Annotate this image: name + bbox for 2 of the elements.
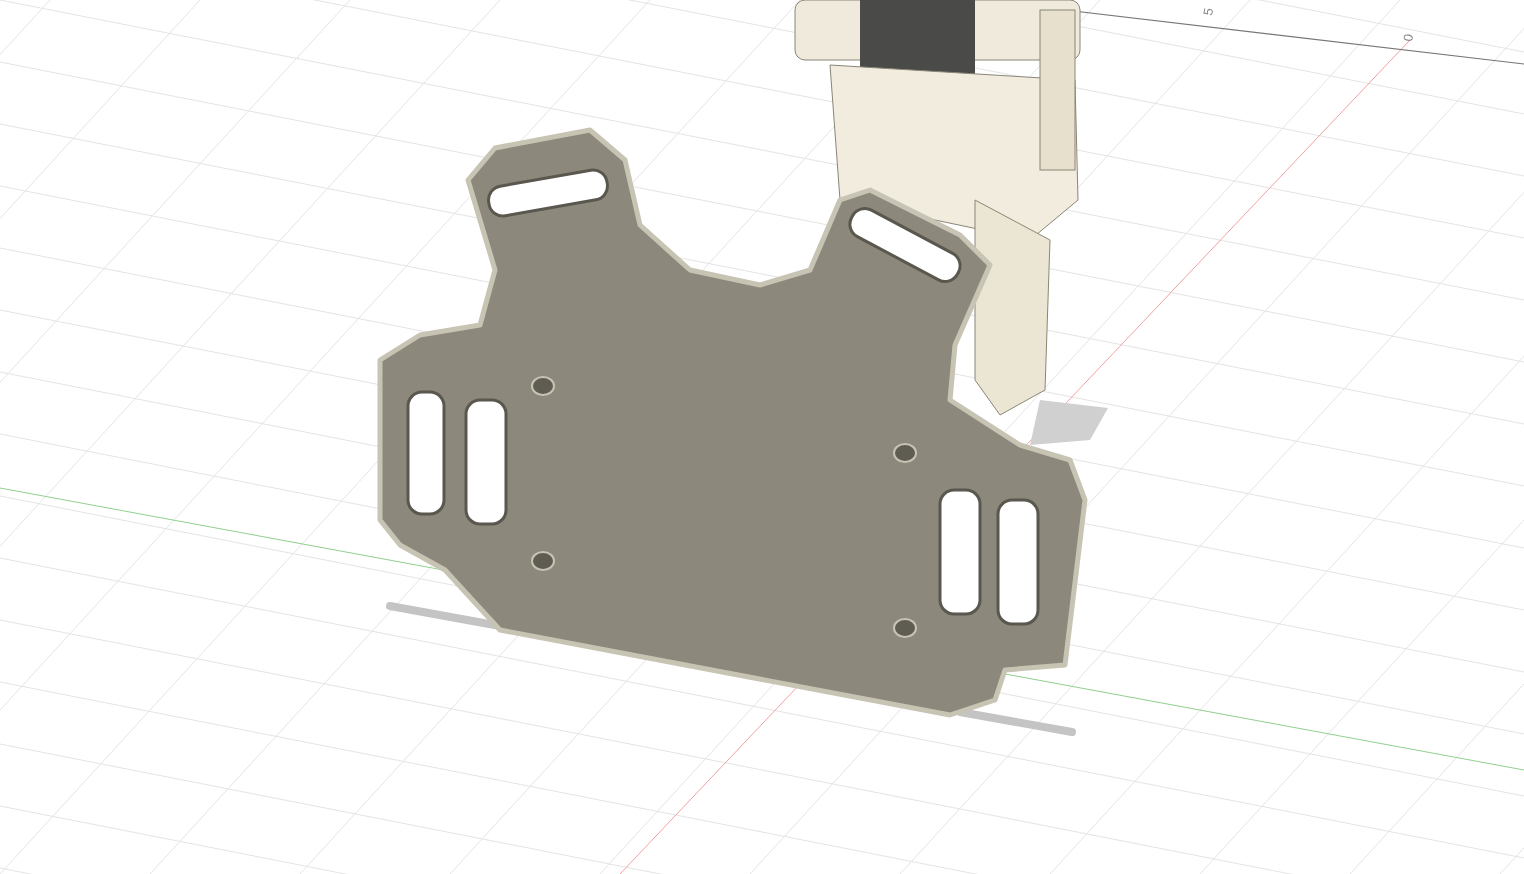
axis-label: 5 [1200,6,1217,17]
axis-label: 0 [1400,32,1417,43]
